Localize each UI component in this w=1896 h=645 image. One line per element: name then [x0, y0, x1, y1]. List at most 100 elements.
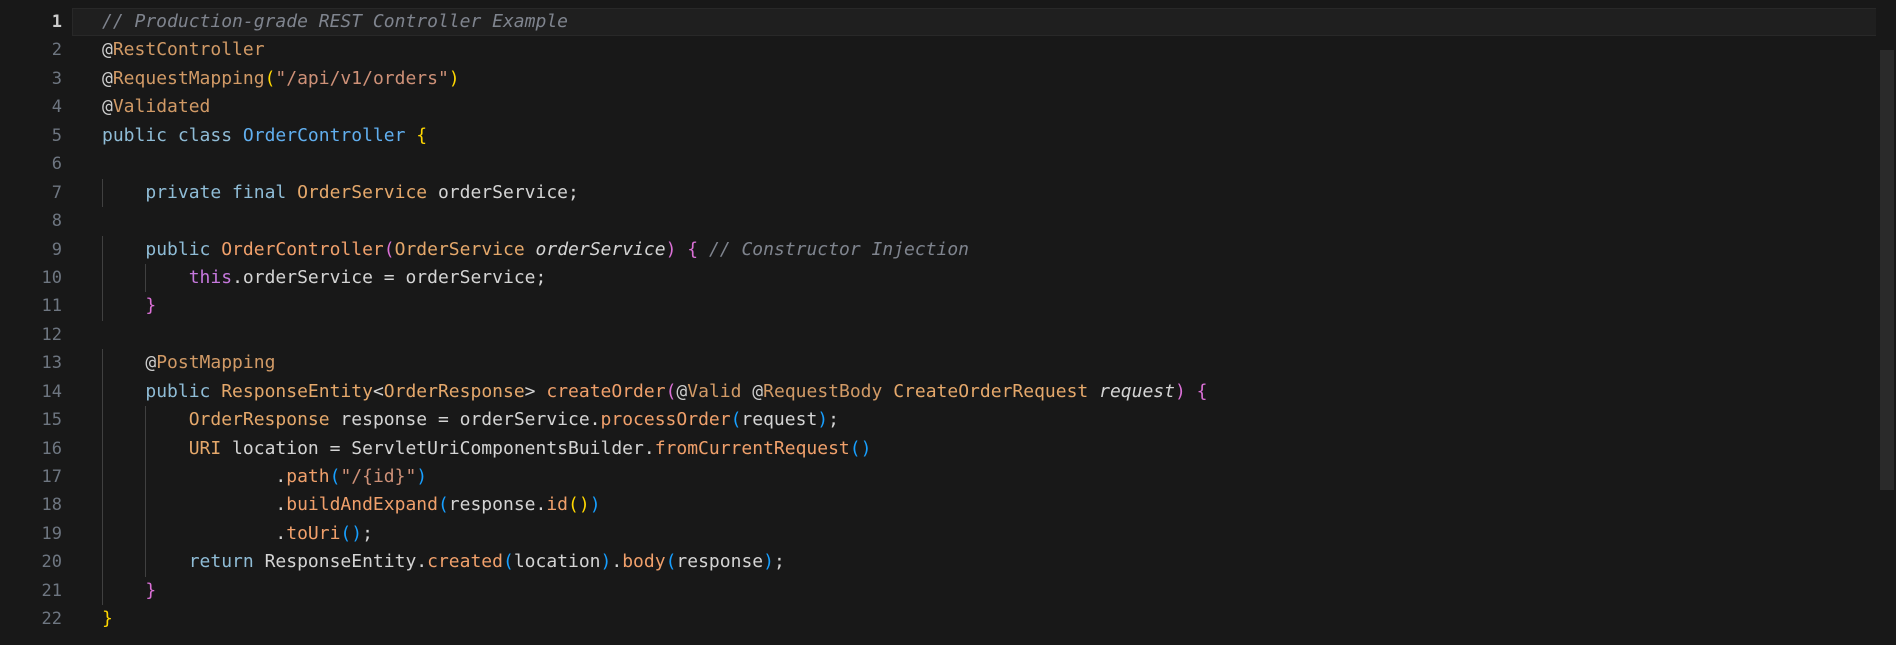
- code-token-brace2: }: [145, 295, 157, 317]
- vertical-scrollbar[interactable]: [1876, 0, 1896, 645]
- line-number: 9: [51, 239, 62, 260]
- line-number: 11: [41, 296, 62, 317]
- code-token-brace3: (): [340, 522, 363, 544]
- line-number: 20: [41, 552, 62, 573]
- code-token-brace2: ): [665, 238, 677, 260]
- code-token-annotation: Validated: [112, 96, 211, 118]
- indent-guide: [102, 292, 103, 321]
- indent-guide: [102, 576, 103, 606]
- code-token-brace2: ): [1174, 380, 1186, 402]
- code-line[interactable]: .toUri();: [102, 519, 1876, 549]
- line-number: 13: [41, 353, 62, 374]
- code-line[interactable]: }: [102, 605, 1876, 633]
- code-token-plain: ;: [773, 551, 785, 573]
- code-token-plain: ;: [362, 522, 373, 544]
- code-token-type: OrderResponse: [188, 409, 330, 431]
- code-line[interactable]: @RestController: [102, 36, 1876, 64]
- indent-guide: [145, 491, 147, 520]
- code-token-plain: .: [611, 551, 623, 573]
- indent-guide: [145, 434, 147, 463]
- code-line[interactable]: public ResponseEntity<OrderResponse> cre…: [102, 377, 1876, 407]
- code-line[interactable]: @Validated: [102, 93, 1876, 121]
- code-line[interactable]: .path("/{id}"): [102, 463, 1876, 492]
- code-token-method: processOrder: [600, 409, 731, 431]
- code-line[interactable]: [102, 321, 1876, 349]
- code-token-method: toUri: [286, 522, 341, 544]
- code-line[interactable]: .buildAndExpand(response.id()): [102, 491, 1876, 520]
- code-token-plain: response = orderService.: [329, 409, 601, 431]
- line-number: 6: [51, 154, 62, 175]
- code-line[interactable]: @RequestMapping("/api/v1/orders"): [102, 65, 1876, 93]
- code-line[interactable]: URI location = ServletUriComponentsBuild…: [102, 434, 1876, 463]
- indent-guide: [102, 235, 103, 264]
- code-token-type: CreateOrderRequest: [893, 380, 1089, 402]
- code-line[interactable]: // Production-grade REST Controller Exam…: [72, 8, 1896, 37]
- code-token-brace3: (: [329, 466, 341, 487]
- line-number: 12: [41, 324, 62, 345]
- code-line[interactable]: public class OrderController {: [102, 122, 1876, 150]
- code-token-keyword: private final: [145, 181, 298, 203]
- code-token-brace3: (): [849, 437, 872, 459]
- code-line[interactable]: return ResponseEntity.created(location).…: [102, 548, 1876, 577]
- code-token-plain: <: [372, 380, 384, 402]
- line-number: 18: [41, 495, 62, 516]
- code-token-this: this: [188, 266, 233, 288]
- code-token-keyword: public: [145, 238, 222, 260]
- code-line[interactable]: public OrderController(OrderService orde…: [102, 235, 1876, 264]
- code-editor[interactable]: 1 2 3 4 5 6 7 8 9 10 11 12 13 14 15 16 17 18 19 20 21 22 // P…: [0, 0, 1896, 645]
- scrollbar-thumb[interactable]: [1880, 50, 1894, 490]
- code-line[interactable]: OrderResponse response = orderService.pr…: [102, 406, 1876, 435]
- line-number: 16: [41, 438, 62, 459]
- indent-guide: [145, 263, 147, 293]
- code-token-at: @: [102, 67, 113, 89]
- code-token-method: fromCurrentRequest: [654, 437, 850, 459]
- indent-guide: [102, 434, 103, 463]
- line-number: 1: [51, 12, 62, 32]
- code-token-string: "/api/v1/orders": [275, 67, 449, 89]
- code-token-type: URI: [188, 437, 222, 459]
- line-number-gutter: 1 2 3 4 5 6 7 8 9 10 11 12 13 14 15 16 17 18 19 20 21 22: [0, 8, 72, 634]
- code-token-brace3: (: [730, 409, 742, 431]
- code-token-method: buildAndExpand: [286, 494, 438, 516]
- code-token-plain: >: [524, 380, 547, 402]
- indent-guide: [145, 463, 147, 492]
- code-token-brace1: {: [416, 124, 428, 146]
- code-token-method: body: [622, 551, 666, 573]
- code-line[interactable]: private final OrderService orderService;: [102, 178, 1876, 208]
- code-token-plain: ResponseEntity.: [264, 551, 428, 573]
- code-token-annotation: Valid: [687, 380, 742, 402]
- code-token-type: OrderResponse: [383, 380, 525, 402]
- indent-guide: [102, 178, 103, 208]
- code-token-class: OrderController: [242, 124, 406, 146]
- code-token-brace3: ): [763, 551, 774, 573]
- indent-guide: [102, 548, 103, 577]
- code-line[interactable]: this.orderService = orderService;: [102, 263, 1876, 293]
- line-number: 10: [41, 267, 62, 288]
- code-line[interactable]: [102, 207, 1876, 235]
- code-line[interactable]: }: [102, 292, 1876, 321]
- code-token-brace3: (: [437, 494, 449, 516]
- code-token-brace3: ): [817, 409, 829, 431]
- code-line[interactable]: [102, 150, 1876, 178]
- code-token-plain: response: [676, 551, 764, 573]
- indent-guide: [102, 491, 103, 520]
- code-line[interactable]: @PostMapping: [102, 349, 1876, 378]
- indent-guide: [145, 406, 147, 435]
- code-token-annotation: RestController: [112, 39, 265, 61]
- code-token-brace2: }: [145, 579, 157, 601]
- code-token-type: ResponseEntity: [221, 380, 373, 402]
- code-token-type: OrderService: [394, 238, 525, 260]
- line-number: 17: [41, 467, 62, 487]
- code-token-comment: // Production-grade REST Controller Exam…: [102, 11, 568, 32]
- code-line[interactable]: }: [102, 576, 1876, 606]
- code-token-plain: location = ServletUriComponentsBuilder.: [221, 437, 655, 459]
- code-area[interactable]: // Production-grade REST Controller Exam…: [72, 8, 1896, 634]
